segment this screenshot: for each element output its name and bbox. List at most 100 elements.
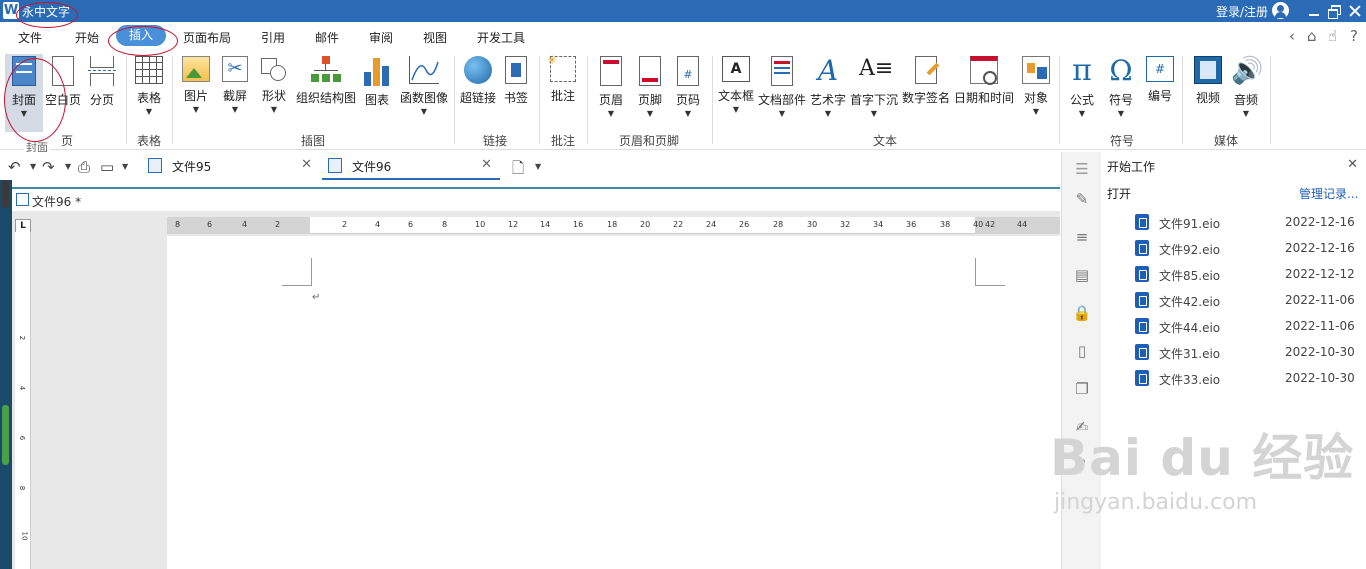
tab-references[interactable]: 引用 [261, 29, 285, 46]
print-preview-icon[interactable]: ⎙ [78, 158, 90, 176]
formula-button[interactable]: π 公式 ▼ [1064, 54, 1100, 119]
tab-page-layout[interactable]: 页面布局 [183, 29, 231, 46]
document-icon [1135, 266, 1149, 282]
customize-dropdown-icon[interactable]: ▼ [122, 162, 128, 171]
ruler-tick: 4 [18, 385, 27, 391]
doc-tab[interactable]: 文件95 ✕ [142, 152, 320, 180]
object-button[interactable]: 对象 ▼ [1018, 54, 1054, 117]
clipboard-icon[interactable]: ▯ [1072, 342, 1092, 362]
audio-icon: 🔊 [1231, 56, 1264, 86]
ruler-tick: 2 [342, 220, 348, 229]
tab-view[interactable]: 视图 [423, 29, 447, 46]
group-label-comments: 批注 [551, 134, 576, 148]
close-tab-icon[interactable]: ✕ [481, 157, 492, 172]
recent-file-item[interactable]: 文件31.eio 2022-10-30 [1135, 342, 1355, 362]
recent-file-item[interactable]: 文件91.eio 2022-12-16 [1135, 212, 1355, 232]
table-button[interactable]: 表格 ▼ [131, 54, 167, 117]
user-avatar-icon[interactable] [1272, 2, 1289, 19]
org-chart-button[interactable]: 组织结构图 [295, 54, 357, 106]
audio-button[interactable]: 🔊 音频 ▼ [1228, 54, 1264, 119]
redo-dropdown-icon[interactable]: ▼ [65, 162, 71, 171]
horizontal-ruler[interactable]: 8 6 4 2 2 4 6 8 10 12 14 16 18 20 22 24 26 28 30 32 34 36 38 40… [167, 217, 1060, 234]
lock-icon[interactable]: 🔒 [1072, 304, 1092, 324]
structure-icon[interactable]: ▤ [1072, 266, 1092, 286]
screenshot-button[interactable]: ✂ 截屏 ▼ [217, 54, 253, 115]
ruler-tick: 2 [275, 220, 281, 229]
undo-dropdown-icon[interactable]: ▼ [30, 162, 36, 171]
page-number-icon: # [677, 56, 699, 86]
textbox-icon: A [722, 56, 750, 82]
comment-button[interactable]: ✳ 批注 [545, 53, 581, 104]
hyperlink-button[interactable]: 超链接 [458, 54, 498, 106]
drop-cap-icon: A≡ [859, 56, 894, 81]
date-time-button[interactable]: 日期和时间 [953, 54, 1015, 106]
scroll-handle[interactable] [2, 180, 9, 208]
group-divider [539, 56, 540, 144]
collapse-ribbon-icon[interactable]: ⌂ [1307, 27, 1317, 45]
close-tab-icon[interactable]: ✕ [301, 157, 312, 172]
group-label-table: 表格 [137, 134, 162, 148]
picture-button[interactable]: 图片 ▼ [178, 54, 214, 115]
tab-mailings[interactable]: 邮件 [315, 29, 339, 46]
tab-stop-selector[interactable]: L [15, 219, 31, 233]
chevron-down-icon: ▼ [420, 107, 428, 116]
page-break-button[interactable]: 分页 [84, 54, 120, 108]
chevron-down-icon: ▼ [192, 105, 200, 114]
close-window-button[interactable] [1347, 3, 1363, 19]
recent-file-item[interactable]: 文件33.eio 2022-10-30 [1135, 368, 1355, 388]
recent-file-item[interactable]: 文件85.eio 2022-12-12 [1135, 264, 1355, 284]
copy-icon[interactable]: ❐ [1072, 380, 1092, 400]
tab-developer[interactable]: 开发工具 [477, 29, 525, 46]
back-icon[interactable]: ‹ [1289, 27, 1295, 45]
new-tab-icon[interactable]: 🗋 [512, 158, 524, 183]
manage-records-link[interactable]: 管理记录... [1299, 185, 1358, 202]
close-icon[interactable]: ✕ [1347, 157, 1358, 172]
hand-icon[interactable]: ☝ [1328, 27, 1337, 45]
minimize-button[interactable] [1306, 3, 1322, 19]
login-link[interactable]: 登录/注册 [1216, 3, 1268, 20]
tab-file[interactable]: 文件 [18, 29, 42, 46]
restore-button[interactable] [1326, 3, 1342, 19]
ruler-tick: 4 [242, 220, 248, 229]
footer-button[interactable]: 页脚 ▼ [632, 54, 668, 119]
annotation-circle [16, 2, 78, 28]
wordart-button[interactable]: A 艺术字 ▼ [808, 54, 848, 119]
numbering-button[interactable]: # 编号 [1142, 54, 1178, 104]
ruler-tick: 12 [508, 220, 519, 229]
tab-review[interactable]: 审阅 [369, 29, 393, 46]
ruler-tick: 30 [807, 220, 818, 229]
document-icon [1135, 292, 1149, 308]
doc-tab-active[interactable]: 文件96 ✕ [322, 152, 500, 180]
redo-icon[interactable]: ↷ [42, 158, 55, 176]
symbol-button[interactable]: Ω 符号 ▼ [1103, 54, 1139, 119]
tab-home[interactable]: 开始 [75, 29, 99, 46]
recent-file-item[interactable]: 文件42.eio 2022-11-06 [1135, 290, 1355, 310]
video-button[interactable]: 视频 [1190, 54, 1226, 106]
pen-icon[interactable]: ✎ [1072, 190, 1092, 210]
shape-button[interactable]: 形状 ▼ [256, 54, 292, 115]
bookmark-button[interactable]: 书签 [500, 54, 532, 106]
digital-signature-button[interactable]: 数字签名 [901, 54, 951, 106]
ruler-tick: 10 [20, 531, 29, 541]
group-label-links: 链接 [483, 134, 508, 148]
zoom-handle[interactable] [2, 405, 9, 465]
function-graph-button[interactable]: 函数图像 ▼ [398, 54, 450, 117]
textbox-button[interactable]: A 文本框 ▼ [716, 54, 756, 115]
document-page[interactable]: ↵ [167, 236, 1060, 569]
chart-button[interactable]: 图表 [360, 54, 394, 108]
recent-file-item[interactable]: 文件92.eio 2022-12-16 [1135, 238, 1355, 258]
chevron-down-icon: ▼ [732, 105, 740, 114]
numbering-icon: # [1146, 56, 1174, 82]
drop-cap-button[interactable]: A≡ 首字下沉 ▼ [850, 54, 898, 119]
doc-part-button[interactable]: 文档部件 ▼ [758, 54, 806, 119]
vertical-ruler[interactable]: 2 4 6 8 10 [15, 232, 31, 569]
recent-file-item[interactable]: 文件44.eio 2022-11-06 [1135, 316, 1355, 336]
sliders-icon[interactable]: ≡ [1072, 228, 1092, 248]
save-icon[interactable]: ▭ [100, 158, 114, 176]
new-tab-dropdown-icon[interactable]: ▼ [535, 162, 541, 171]
help-icon[interactable]: ? [1350, 27, 1358, 45]
page-number-button[interactable]: # 页码 ▼ [670, 54, 706, 119]
header-button[interactable]: 页眉 ▼ [593, 54, 629, 119]
undo-icon[interactable]: ↶ [8, 158, 21, 176]
ribbon: 封面 ▼ 空白页 分页 页 表格 ▼ 表格 图片 ▼ ✂ 截屏 ▼ 形状 ▼ 组… [0, 50, 1366, 150]
